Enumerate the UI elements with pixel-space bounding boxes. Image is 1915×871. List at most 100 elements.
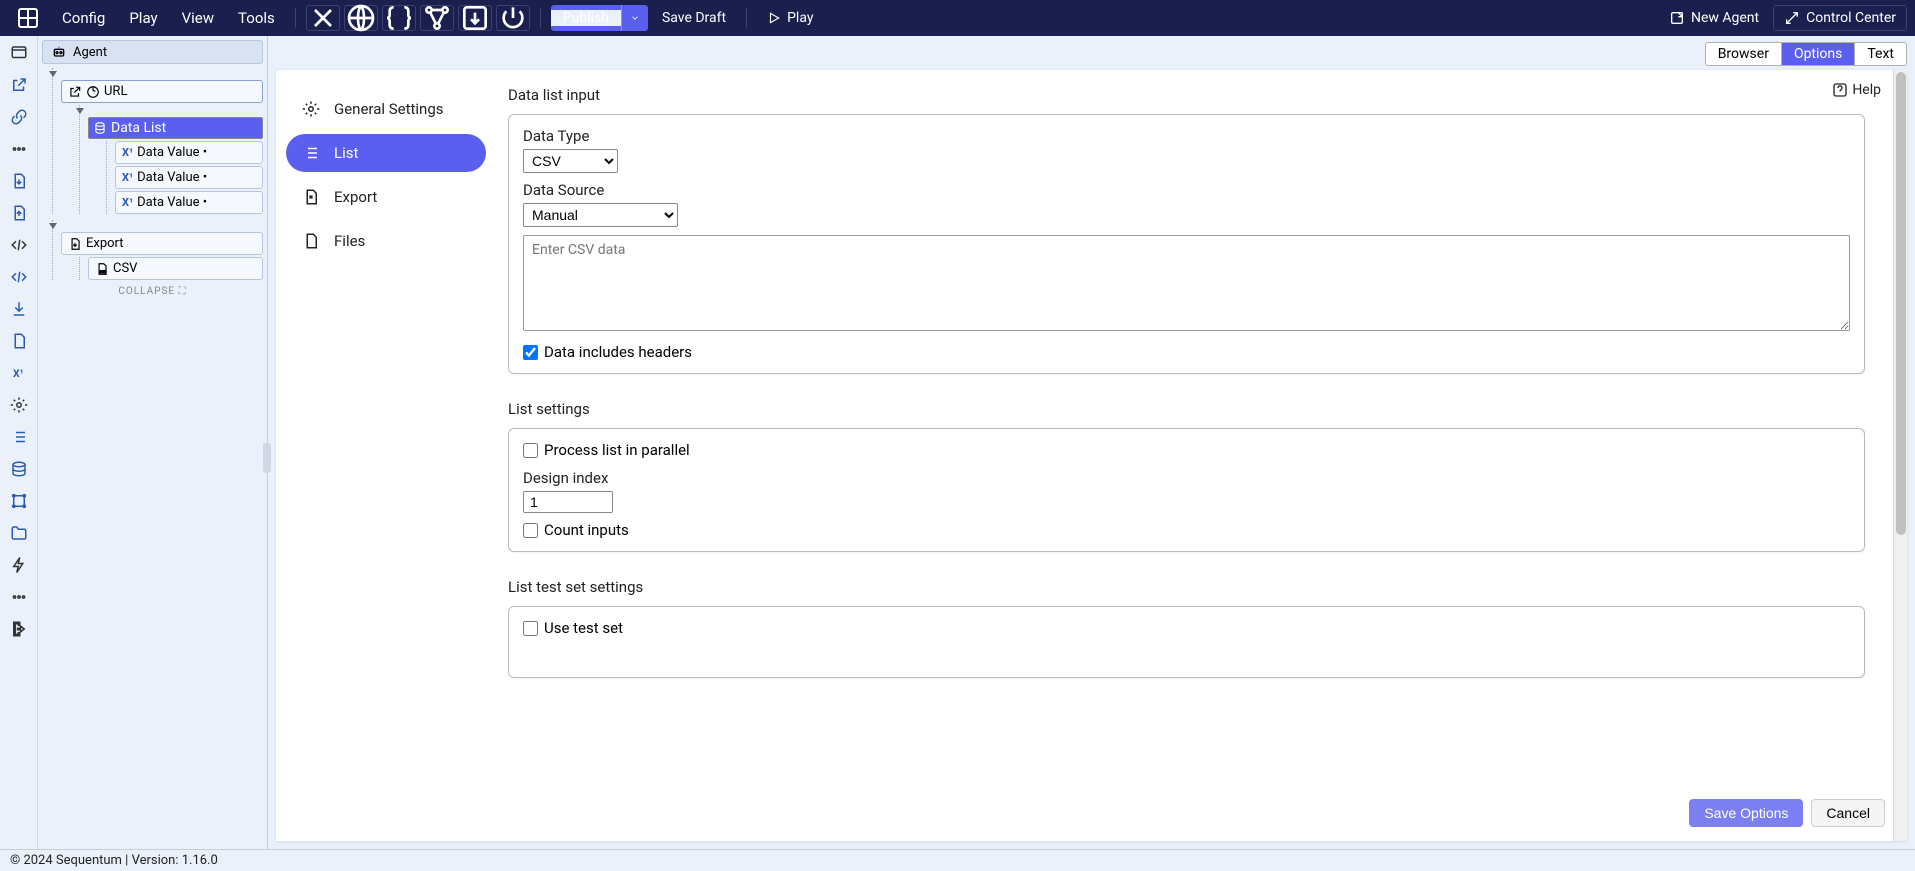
section-list-settings: List settings — [508, 400, 1865, 418]
vertical-scrollbar[interactable] — [1893, 70, 1907, 841]
menu-config[interactable]: Config — [52, 5, 115, 31]
new-agent-button[interactable]: New Agent — [1659, 6, 1769, 30]
help-link[interactable]: Help — [1832, 82, 1881, 98]
count-checkbox[interactable] — [523, 523, 538, 538]
section-data-list-input: Data list input — [508, 86, 1865, 104]
rail-database-icon[interactable] — [8, 458, 30, 480]
data-source-label: Data Source — [523, 181, 1850, 199]
save-draft-button[interactable]: Save Draft — [652, 6, 736, 30]
rail-window-icon[interactable] — [8, 42, 30, 64]
nav-files-label: Files — [334, 232, 365, 250]
tree-collapse-button[interactable]: COLLAPSE ⛶ — [42, 282, 263, 301]
rail-link-icon[interactable] — [8, 106, 30, 128]
testset-label: Use test set — [544, 619, 623, 637]
tree-dv0-label: Data Value • — [137, 145, 207, 160]
toolbar-graph-icon[interactable] — [420, 5, 454, 31]
data-list-input-box: Data Type CSV Data Source Manual Data in… — [508, 114, 1865, 374]
toolbar-power-icon[interactable] — [496, 5, 530, 31]
parallel-checkbox-row[interactable]: Process list in parallel — [523, 441, 1850, 459]
publish-button[interactable]: Publish — [551, 5, 648, 31]
status-bar: © 2024 Sequentum | Version: 1.16.0 — [0, 849, 1915, 871]
tree-csv-label: CSV — [113, 261, 137, 276]
rail-folder-icon[interactable] — [8, 522, 30, 544]
test-set-box: Use test set — [508, 606, 1865, 678]
rail-download-icon[interactable] — [8, 298, 30, 320]
nav-export[interactable]: Export — [286, 178, 486, 216]
rail-file-up-icon[interactable] — [8, 202, 30, 224]
rail-more-icon[interactable] — [8, 586, 30, 608]
tree-dv2-label: Data Value • — [137, 195, 207, 210]
tree-node-url[interactable]: URL — [61, 80, 263, 103]
cancel-button[interactable]: Cancel — [1811, 799, 1885, 827]
tree-twisty-url[interactable] — [47, 68, 59, 80]
rail-page-icon[interactable] — [8, 330, 30, 352]
count-label: Count inputs — [544, 521, 629, 539]
seg-options[interactable]: Options — [1781, 43, 1854, 65]
tree-node-csv[interactable]: csv CSV — [88, 257, 263, 280]
menu-view[interactable]: View — [172, 5, 224, 31]
nav-general-label: General Settings — [334, 100, 444, 118]
data-type-select[interactable]: CSV — [523, 149, 618, 173]
headers-checkbox[interactable] — [523, 345, 538, 360]
testset-checkbox-row[interactable]: Use test set — [523, 619, 1850, 637]
rail-file-down-icon[interactable] — [8, 170, 30, 192]
tree-data-list-label: Data List — [111, 120, 166, 136]
settings-nav: General Settings List Export Files — [276, 70, 496, 841]
rail-bolt-icon[interactable] — [8, 554, 30, 576]
design-index-label: Design index — [523, 469, 1850, 487]
tree-node-export[interactable]: Export — [61, 232, 263, 255]
control-center-button[interactable]: Control Center — [1773, 5, 1907, 31]
tree-root-agent[interactable]: Agent — [42, 40, 263, 64]
headers-label: Data includes headers — [544, 343, 692, 361]
save-options-button[interactable]: Save Options — [1689, 799, 1803, 827]
rail-x1-icon[interactable]: X¹ — [8, 362, 30, 384]
left-icon-rail: X¹ — [0, 36, 38, 849]
tree-dv1-label: Data Value • — [137, 170, 207, 185]
nav-list[interactable]: List — [286, 134, 486, 172]
seg-text[interactable]: Text — [1854, 43, 1906, 65]
testset-checkbox[interactable] — [523, 621, 538, 636]
play-button[interactable]: Play — [757, 6, 823, 30]
tree-node-data-value-0[interactable]: X¹ Data Value • — [115, 141, 263, 164]
csv-data-textarea[interactable] — [523, 235, 1850, 331]
toolbar-globe-icon[interactable] — [344, 5, 378, 31]
menu-tools[interactable]: Tools — [228, 5, 285, 31]
splitter-handle[interactable] — [263, 443, 271, 473]
parallel-checkbox[interactable] — [523, 443, 538, 458]
rail-code-icon[interactable] — [8, 234, 30, 256]
rail-external-icon[interactable] — [8, 74, 30, 96]
rail-dots-icon[interactable] — [8, 138, 30, 160]
design-index-input[interactable] — [523, 491, 613, 513]
svg-text:X¹: X¹ — [13, 367, 24, 380]
nav-files[interactable]: Files — [286, 222, 486, 260]
section-test-set: List test set settings — [508, 578, 1865, 596]
tree-node-data-value-1[interactable]: X¹ Data Value • — [115, 166, 263, 189]
rail-exit-icon[interactable] — [8, 618, 30, 640]
toolbar-import-icon[interactable] — [458, 5, 492, 31]
tree-node-data-list[interactable]: Data List — [88, 117, 263, 139]
toolbar-braces-icon[interactable] — [382, 5, 416, 31]
parallel-label: Process list in parallel — [544, 441, 690, 459]
status-text: © 2024 Sequentum | Version: 1.16.0 — [10, 853, 218, 868]
rail-list-icon[interactable] — [8, 426, 30, 448]
tree-twisty-export[interactable] — [47, 220, 59, 232]
nav-export-label: Export — [334, 188, 377, 206]
app-logo-icon — [16, 6, 40, 30]
rail-code2-icon[interactable] — [8, 266, 30, 288]
toolbar-tools-icon[interactable] — [306, 5, 340, 31]
headers-checkbox-row[interactable]: Data includes headers — [523, 343, 1850, 361]
content-area: Browser Options Text General Settings Li… — [268, 36, 1915, 849]
tree-root-label: Agent — [73, 45, 107, 60]
seg-browser[interactable]: Browser — [1706, 43, 1781, 65]
rail-bounds-icon[interactable] — [8, 490, 30, 512]
help-label: Help — [1852, 82, 1881, 98]
publish-dropdown[interactable] — [621, 5, 648, 31]
data-source-select[interactable]: Manual — [523, 203, 678, 227]
count-checkbox-row[interactable]: Count inputs — [523, 521, 1850, 539]
nav-general-settings[interactable]: General Settings — [286, 90, 486, 128]
tree-node-data-value-2[interactable]: X¹ Data Value • — [115, 191, 263, 214]
rail-gear-icon[interactable] — [8, 394, 30, 416]
tree-twisty-datalist[interactable] — [74, 105, 86, 117]
menu-play[interactable]: Play — [119, 5, 167, 31]
publish-label: Publish — [551, 10, 621, 26]
